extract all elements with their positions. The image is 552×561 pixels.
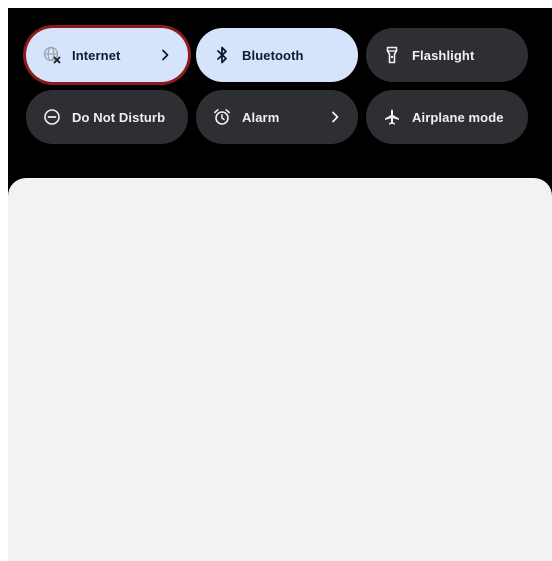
internet-off-icon (42, 45, 62, 65)
notification-sheet (8, 178, 552, 561)
do-not-disturb-tile[interactable]: Do Not Disturb (26, 90, 188, 144)
do-not-disturb-icon (42, 107, 62, 127)
alarm-tile[interactable]: Alarm (196, 90, 358, 144)
bluetooth-tile-label: Bluetooth (242, 47, 304, 63)
screen: Internet Bluetooth Flashlight Do Not Dis… (0, 0, 552, 561)
quick-settings-tiles: Internet Bluetooth Flashlight Do Not Dis… (26, 28, 532, 144)
bluetooth-icon (212, 45, 232, 65)
internet-tile[interactable]: Internet (26, 28, 188, 82)
flashlight-tile[interactable]: Flashlight (366, 28, 528, 82)
airplane-icon (382, 107, 402, 127)
internet-tile-label: Internet (72, 47, 121, 63)
do-not-disturb-tile-label: Do Not Disturb (72, 109, 166, 125)
bluetooth-tile[interactable]: Bluetooth (196, 28, 358, 82)
airplane-mode-tile-label: Airplane mode (412, 109, 504, 125)
quick-settings-panel: Internet Bluetooth Flashlight Do Not Dis… (8, 8, 552, 561)
airplane-mode-tile[interactable]: Airplane mode (366, 90, 528, 144)
chevron-right-icon (328, 110, 342, 124)
flashlight-icon (382, 45, 402, 65)
alarm-icon (212, 107, 232, 127)
flashlight-tile-label: Flashlight (412, 47, 475, 63)
chevron-right-icon (158, 48, 172, 62)
alarm-tile-label: Alarm (242, 109, 280, 125)
